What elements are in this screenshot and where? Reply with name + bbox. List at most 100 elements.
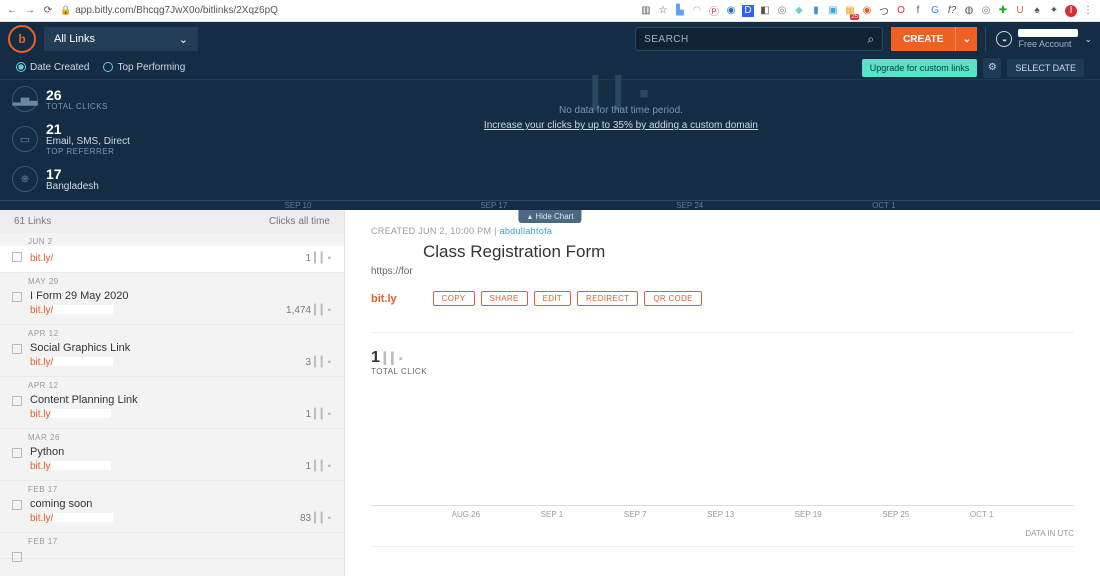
detail-title: Class Registration Form xyxy=(423,242,1074,262)
search-icon[interactable]: ⌕ xyxy=(867,32,874,47)
menu-icon[interactable]: ⋮ xyxy=(1082,5,1094,17)
link-date: APR 12 xyxy=(0,325,344,338)
bitly-logo[interactable]: b xyxy=(8,25,36,53)
link-short-url[interactable]: bit.ly/ xyxy=(30,252,330,264)
link-short-url[interactable]: bit.ly xyxy=(30,408,330,420)
ext-icon[interactable]: ▥ xyxy=(640,5,652,17)
link-click-count: 1 ▎▎▪ xyxy=(306,461,331,472)
pinterest-icon[interactable]: Ⓟ xyxy=(708,5,720,17)
ext-icon[interactable]: ◍ xyxy=(963,5,975,17)
ext-icon[interactable]: ▮ xyxy=(810,5,822,17)
facebook-icon[interactable]: f xyxy=(912,5,924,17)
select-date-button[interactable]: SELECT DATE xyxy=(1007,59,1084,77)
search-input[interactable] xyxy=(644,34,867,45)
ext-icon[interactable]: G xyxy=(929,5,941,17)
link-checkbox[interactable] xyxy=(12,292,22,302)
ext-icon[interactable]: ◎ xyxy=(776,5,788,17)
data-utc-note: DATA IN UTC xyxy=(371,529,1074,538)
chevron-down-icon: ⌄ xyxy=(179,33,188,46)
tune-icon[interactable]: ⚙ xyxy=(983,58,1001,78)
chevron-down-icon[interactable]: ⌄ xyxy=(955,27,977,51)
ext-icon[interactable]: つ xyxy=(878,5,890,17)
url-bar[interactable]: 🔒 app.bitly.com/Bhcqg7JwX0o/bitlinks/2Xq… xyxy=(60,5,278,16)
link-date: FEB 17 xyxy=(0,481,344,494)
ext-icon[interactable]: f? xyxy=(946,5,958,17)
share-button[interactable]: SHARE xyxy=(481,291,528,306)
create-button[interactable]: CREATE ⌄ xyxy=(891,27,977,51)
app-bar: b All Links ⌄ ⌕ CREATE ⌄ ◒ Free Account … xyxy=(0,22,1100,56)
ext-icon[interactable]: ◉ xyxy=(725,5,737,17)
ext-icon[interactable]: ◉ xyxy=(861,5,873,17)
link-date: MAY 29 xyxy=(0,273,344,286)
profile-icon[interactable]: I xyxy=(1065,5,1077,17)
link-checkbox[interactable] xyxy=(12,552,22,562)
stat-top-location: ⎈ 17Bangladesh xyxy=(12,166,130,192)
chart-cta-link[interactable]: Increase your clicks by up to 35% by add… xyxy=(484,120,758,131)
ext-icon[interactable]: U xyxy=(1014,5,1026,17)
user-name-redacted xyxy=(1018,29,1078,37)
ext-icon[interactable]: ◆ xyxy=(793,5,805,17)
search-wrapper[interactable]: ⌕ xyxy=(635,27,883,51)
ext-icon[interactable]: ♠ xyxy=(1031,5,1043,17)
link-short-url[interactable]: bit.ly/ xyxy=(30,356,330,368)
link-item[interactable]: Pythonbit.ly1 ▎▎▪ xyxy=(0,442,344,481)
sort-label[interactable]: Clicks all time xyxy=(269,216,330,227)
opera-icon[interactable]: O xyxy=(895,5,907,17)
account-menu[interactable]: ◒ Free Account ⌄ xyxy=(985,27,1092,51)
link-checkbox[interactable] xyxy=(12,252,22,262)
ext-icon[interactable]: ▦25 xyxy=(844,5,856,17)
link-item[interactable]: Social Graphics Linkbit.ly/3 ▎▎▪ xyxy=(0,338,344,377)
link-checkbox[interactable] xyxy=(12,344,22,354)
reload-icon[interactable]: ⟳ xyxy=(42,5,54,16)
filter-top-performing[interactable]: Top Performing xyxy=(103,62,185,73)
axis-tick: SEP 1 xyxy=(541,510,564,519)
links-dropdown[interactable]: All Links ⌄ xyxy=(44,27,198,51)
account-tier: Free Account xyxy=(1018,39,1078,49)
link-item[interactable]: I Form 29 May 2020bit.ly/1,474 ▎▎▪ xyxy=(0,286,344,325)
main-split: 61 Links Clicks all time JUN 2bit.ly/1 ▎… xyxy=(0,210,1100,576)
ext-icon[interactable]: ▙ xyxy=(674,5,686,17)
stat-total-clicks: ▂▅▃ 26TOTAL CLICKS xyxy=(12,86,130,112)
stat-number: 26 xyxy=(46,88,108,102)
copy-button[interactable]: COPY xyxy=(433,291,475,306)
ext-icon[interactable]: ▣ xyxy=(827,5,839,17)
hide-chart-button[interactable]: ▲ Hide Chart xyxy=(518,210,581,223)
bars-icon: ▎▎▪ xyxy=(314,357,330,368)
ext-icon[interactable]: ✚ xyxy=(997,5,1009,17)
url-text: app.bitly.com/Bhcqg7JwX0o/bitlinks/2Xqz6… xyxy=(75,5,278,16)
extensions-strip: ▥ ☆ ▙ ◠ Ⓟ ◉ D ◧ ◎ ◆ ▮ ▣ ▦25 ◉ つ O f G f?… xyxy=(640,5,1094,17)
link-date: APR 12 xyxy=(0,377,344,390)
crumb-user[interactable]: abdullahtofa xyxy=(500,226,553,236)
ext-icon[interactable]: ☆ xyxy=(657,5,669,17)
link-checkbox[interactable] xyxy=(12,448,22,458)
filter-date-created[interactable]: Date Created xyxy=(16,62,89,73)
extensions-icon[interactable]: ✦ xyxy=(1048,5,1060,17)
edit-button[interactable]: EDIT xyxy=(534,291,571,306)
link-checkbox[interactable] xyxy=(12,396,22,406)
link-short-url[interactable]: bit.ly/ xyxy=(30,512,330,524)
chart-empty-text: No data for that time period. xyxy=(559,105,683,116)
upgrade-custom-links[interactable]: Upgrade for custom links xyxy=(862,59,978,77)
link-short-url[interactable]: bit.ly/ xyxy=(30,304,330,316)
back-icon[interactable]: ← xyxy=(6,5,18,16)
link-click-count: 3 ▎▎▪ xyxy=(306,357,331,368)
detail-short-url[interactable]: bit.ly xyxy=(371,293,397,305)
redirect-button[interactable]: REDIRECT xyxy=(577,291,638,306)
link-item[interactable]: coming soonbit.ly/83 ▎▎▪ xyxy=(0,494,344,533)
link-item[interactable]: bit.ly/1 ▎▎▪ xyxy=(0,246,344,273)
ext-icon[interactable]: ◎ xyxy=(980,5,992,17)
link-click-count: 83 ▎▎▪ xyxy=(300,513,330,524)
link-short-url[interactable]: bit.ly xyxy=(30,460,330,472)
link-checkbox[interactable] xyxy=(12,500,22,510)
ext-icon[interactable]: ◠ xyxy=(691,5,703,17)
link-item[interactable] xyxy=(0,546,344,559)
link-date: MAR 26 xyxy=(0,429,344,442)
link-click-count: 1 ▎▎▪ xyxy=(306,409,331,420)
create-label: CREATE xyxy=(891,34,955,45)
forward-icon[interactable]: → xyxy=(24,5,36,16)
chevron-down-icon: ⌄ xyxy=(1084,34,1092,45)
qrcode-button[interactable]: QR CODE xyxy=(644,291,701,306)
link-item[interactable]: Content Planning Linkbit.ly1 ▎▎▪ xyxy=(0,390,344,429)
ext-icon[interactable]: ◧ xyxy=(759,5,771,17)
ext-icon[interactable]: D xyxy=(742,5,754,17)
